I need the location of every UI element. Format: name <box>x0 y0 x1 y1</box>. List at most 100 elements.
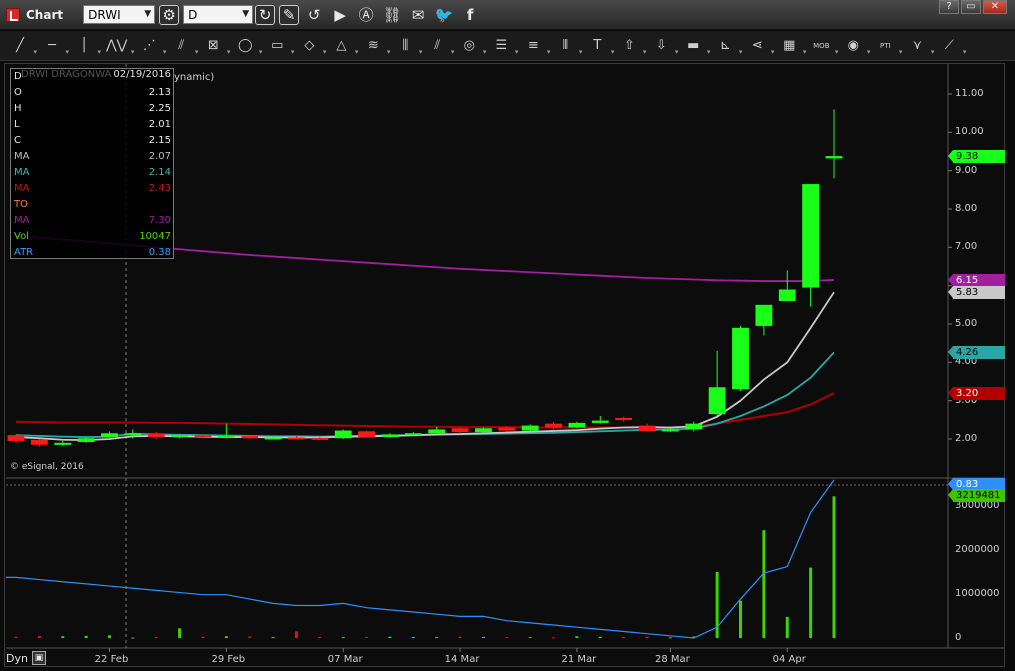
atr-line <box>6 479 835 639</box>
data-window-key: L <box>14 119 20 130</box>
volume-bar <box>832 496 836 638</box>
price-tag: 5.83 <box>948 286 1005 300</box>
volume-bar <box>154 637 158 639</box>
data-window-value: 2.01 <box>148 119 171 130</box>
candle-body <box>661 429 679 432</box>
volume-bar <box>668 637 672 639</box>
candle-body <box>241 435 259 439</box>
candle-body <box>288 437 305 440</box>
data-window-value: 10047 <box>139 231 171 242</box>
candle-body <box>101 433 118 438</box>
volume-bar <box>178 628 182 638</box>
price-axis-label: 7.00 <box>955 241 978 253</box>
volume-bar <box>575 636 579 638</box>
volume-bar <box>248 636 252 638</box>
data-window-value: 2.43 <box>148 183 171 194</box>
candle-body <box>545 423 562 428</box>
dyn-control[interactable]: Dyn ▣ <box>6 651 46 665</box>
candle-body <box>124 433 142 436</box>
data-window-rows: D O 2.13 H 2.25 L 2.01 C 2.15 MA 2.07 MA 2.14 MA 2.43 T… <box>11 69 173 261</box>
volume-bar <box>762 530 766 638</box>
volume-bar <box>435 637 439 639</box>
candle-body <box>311 437 329 440</box>
data-window: DRWI DRAGONWA 02/19/2016 D O 2.13 H 2.25 L 2.0… <box>10 68 174 259</box>
ma-gray-line <box>15 291 835 442</box>
volume-bar <box>37 636 41 638</box>
candle-body <box>591 420 609 423</box>
data-window-row: TO <box>11 197 173 213</box>
price-axis-label: 2.00 <box>955 433 978 444</box>
volume-bar <box>294 631 298 638</box>
data-window-row: MA 2.43 <box>11 181 173 197</box>
volume-bar <box>458 636 462 638</box>
price-axis-label: 11.00 <box>955 88 984 99</box>
volume-bar <box>388 636 392 638</box>
volume-bar <box>61 636 65 638</box>
volume-bar <box>341 637 345 639</box>
data-window-row: ATR 0.38 <box>11 245 173 261</box>
volume-axis-label: 2000000 <box>955 544 1000 555</box>
candle-body <box>732 327 749 390</box>
data-window-value: 2.13 <box>148 87 171 98</box>
candle-body <box>7 435 25 441</box>
candle-body <box>685 423 703 430</box>
data-window-row: MA 7.30 <box>11 213 173 229</box>
candle-body <box>54 442 72 445</box>
data-window-row: Vol 10047 <box>11 229 173 245</box>
price-axis-label: 9.00 <box>955 164 978 176</box>
volume-bar <box>785 616 789 638</box>
data-window-row: MA 2.14 <box>11 165 173 181</box>
volume-bar <box>598 636 602 638</box>
data-window-row: L 2.01 <box>11 117 173 133</box>
candle-body <box>171 435 189 438</box>
data-window-key: D <box>14 71 22 82</box>
data-window-row: D <box>11 69 173 85</box>
volume-bar <box>201 636 205 638</box>
volume-bar <box>411 636 415 638</box>
price-tag: 4.26 <box>948 346 1005 360</box>
date-axis-label: 29 Feb <box>211 654 246 665</box>
volume-bar <box>809 567 813 638</box>
date-axis-label: 28 Mar <box>655 654 690 665</box>
data-window-key: Vol <box>14 231 29 242</box>
data-window-value: 2.07 <box>148 151 171 162</box>
candle-body <box>568 422 586 428</box>
price-tag: 6.15 <box>948 273 1005 287</box>
candle-body <box>778 289 796 301</box>
data-window-value: 2.25 <box>148 103 171 114</box>
data-window-key: C <box>14 135 21 146</box>
candle-body <box>708 387 726 415</box>
price-axis-label: 5.00 <box>955 318 978 329</box>
date-axis-label: 14 Mar <box>444 654 480 665</box>
data-window-value: 2.14 <box>148 167 171 178</box>
volume-bar <box>645 636 649 638</box>
data-window-key: MA <box>14 167 30 178</box>
candle-body <box>147 433 165 438</box>
data-window-key: MA <box>14 183 30 194</box>
copyright-label: © eSignal, 2016 <box>10 462 84 472</box>
date-axis-label: 21 Mar <box>561 654 597 665</box>
date-axis-label: 22 Feb <box>94 654 129 665</box>
volume-bar <box>224 636 228 638</box>
volume-bar <box>271 637 275 639</box>
volume-bar <box>505 637 509 639</box>
price-axis-label: 10.00 <box>955 126 984 138</box>
date-axis-label: 04 Apr <box>772 654 806 665</box>
candle-body <box>404 433 422 436</box>
candle-body <box>498 427 516 431</box>
dyn-settings-icon[interactable]: ▣ <box>31 651 46 665</box>
data-window-key: MA <box>14 215 30 226</box>
candle-body <box>521 425 539 431</box>
data-window-key: H <box>14 103 22 114</box>
data-window-value: 7.30 <box>148 215 171 226</box>
candle-body <box>428 429 446 434</box>
candle-body <box>755 304 773 326</box>
study-title-tail: ynamic) <box>174 72 215 83</box>
indicator-tag: 3219481 <box>948 489 1005 502</box>
candle-body <box>451 428 469 433</box>
volume-bar <box>318 636 322 638</box>
candle-body <box>194 435 212 438</box>
candle-body <box>358 431 375 438</box>
volume-bar <box>739 600 743 638</box>
price-tag: 9.38 <box>948 150 1005 164</box>
